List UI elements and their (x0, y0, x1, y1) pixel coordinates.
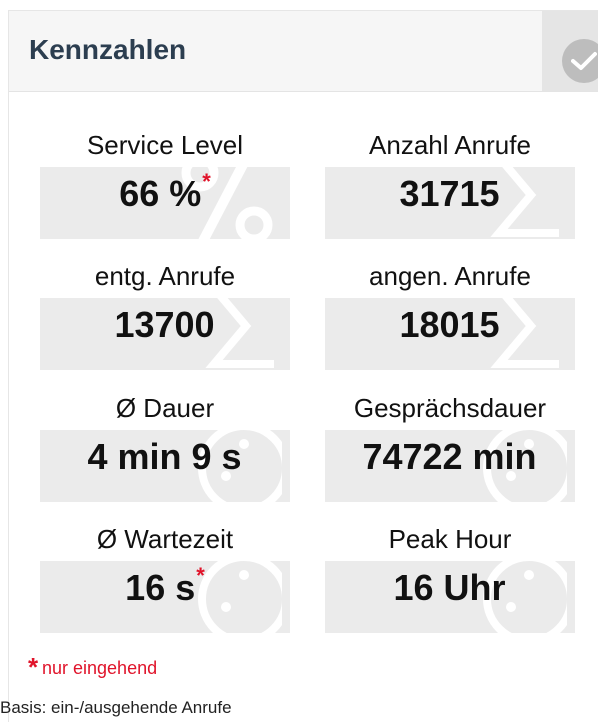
kpi-tile-angen-anrufe: angen. Anrufe 18015 (325, 256, 575, 370)
kpi-label: Anzahl Anrufe (369, 130, 531, 160)
kpi-tile-service-level: Service Level 66 %* (40, 125, 290, 239)
panel-title: Kennzahlen (29, 34, 187, 65)
kpi-tile-gespraechsdauer: Gesprächsdauer 74722 min (325, 388, 575, 502)
kennzahlen-panel: Kennzahlen Service Level 66 %* Anzahl An… (8, 10, 598, 722)
kpi-label: Ø Wartezeit (96, 524, 234, 554)
kpi-tile-anzahl-anrufe: Anzahl Anrufe 31715 (325, 125, 575, 239)
kpi-value: 74722 min (362, 436, 537, 477)
kpi-value: 13700 (114, 304, 215, 345)
panel-header: Kennzahlen (9, 11, 598, 92)
footnote-text: nur eingehend (42, 658, 158, 678)
kpi-value: 16 Uhr (393, 567, 506, 608)
kpi-tile-entg-anrufe: entg. Anrufe 13700 (40, 256, 290, 370)
kpi-value: 16 s* (125, 563, 205, 608)
kpi-label: Gesprächsdauer (353, 393, 547, 423)
kpi-value: 4 min 9 s (87, 436, 242, 477)
note-marker: * (196, 563, 205, 588)
collapse-toggle-button[interactable] (542, 11, 598, 91)
kpi-tile-durchschnitt-dauer: Ø Dauer 4 min 9 s (40, 388, 290, 502)
basis-text: Basis: ein-/ausgehende Anrufe (0, 698, 232, 717)
kpi-value: 31715 (399, 173, 500, 214)
check-icon (562, 39, 598, 83)
kpi-label: Peak Hour (388, 524, 512, 554)
kpi-label: Ø Dauer (115, 393, 215, 423)
kpi-value: 18015 (399, 304, 500, 345)
kpi-tile-durchschnitt-wartezeit: Ø Wartezeit 16 s* (40, 519, 290, 633)
kpi-label: angen. Anrufe (369, 261, 531, 291)
kpi-label: Service Level (86, 130, 244, 160)
kpi-value: 66 %* (119, 169, 211, 214)
note-marker: * (202, 169, 211, 194)
kpi-tile-peak-hour: Peak Hour 16 Uhr (325, 519, 575, 633)
kpi-label: entg. Anrufe (94, 261, 236, 291)
footnote-marker: * (28, 652, 39, 682)
